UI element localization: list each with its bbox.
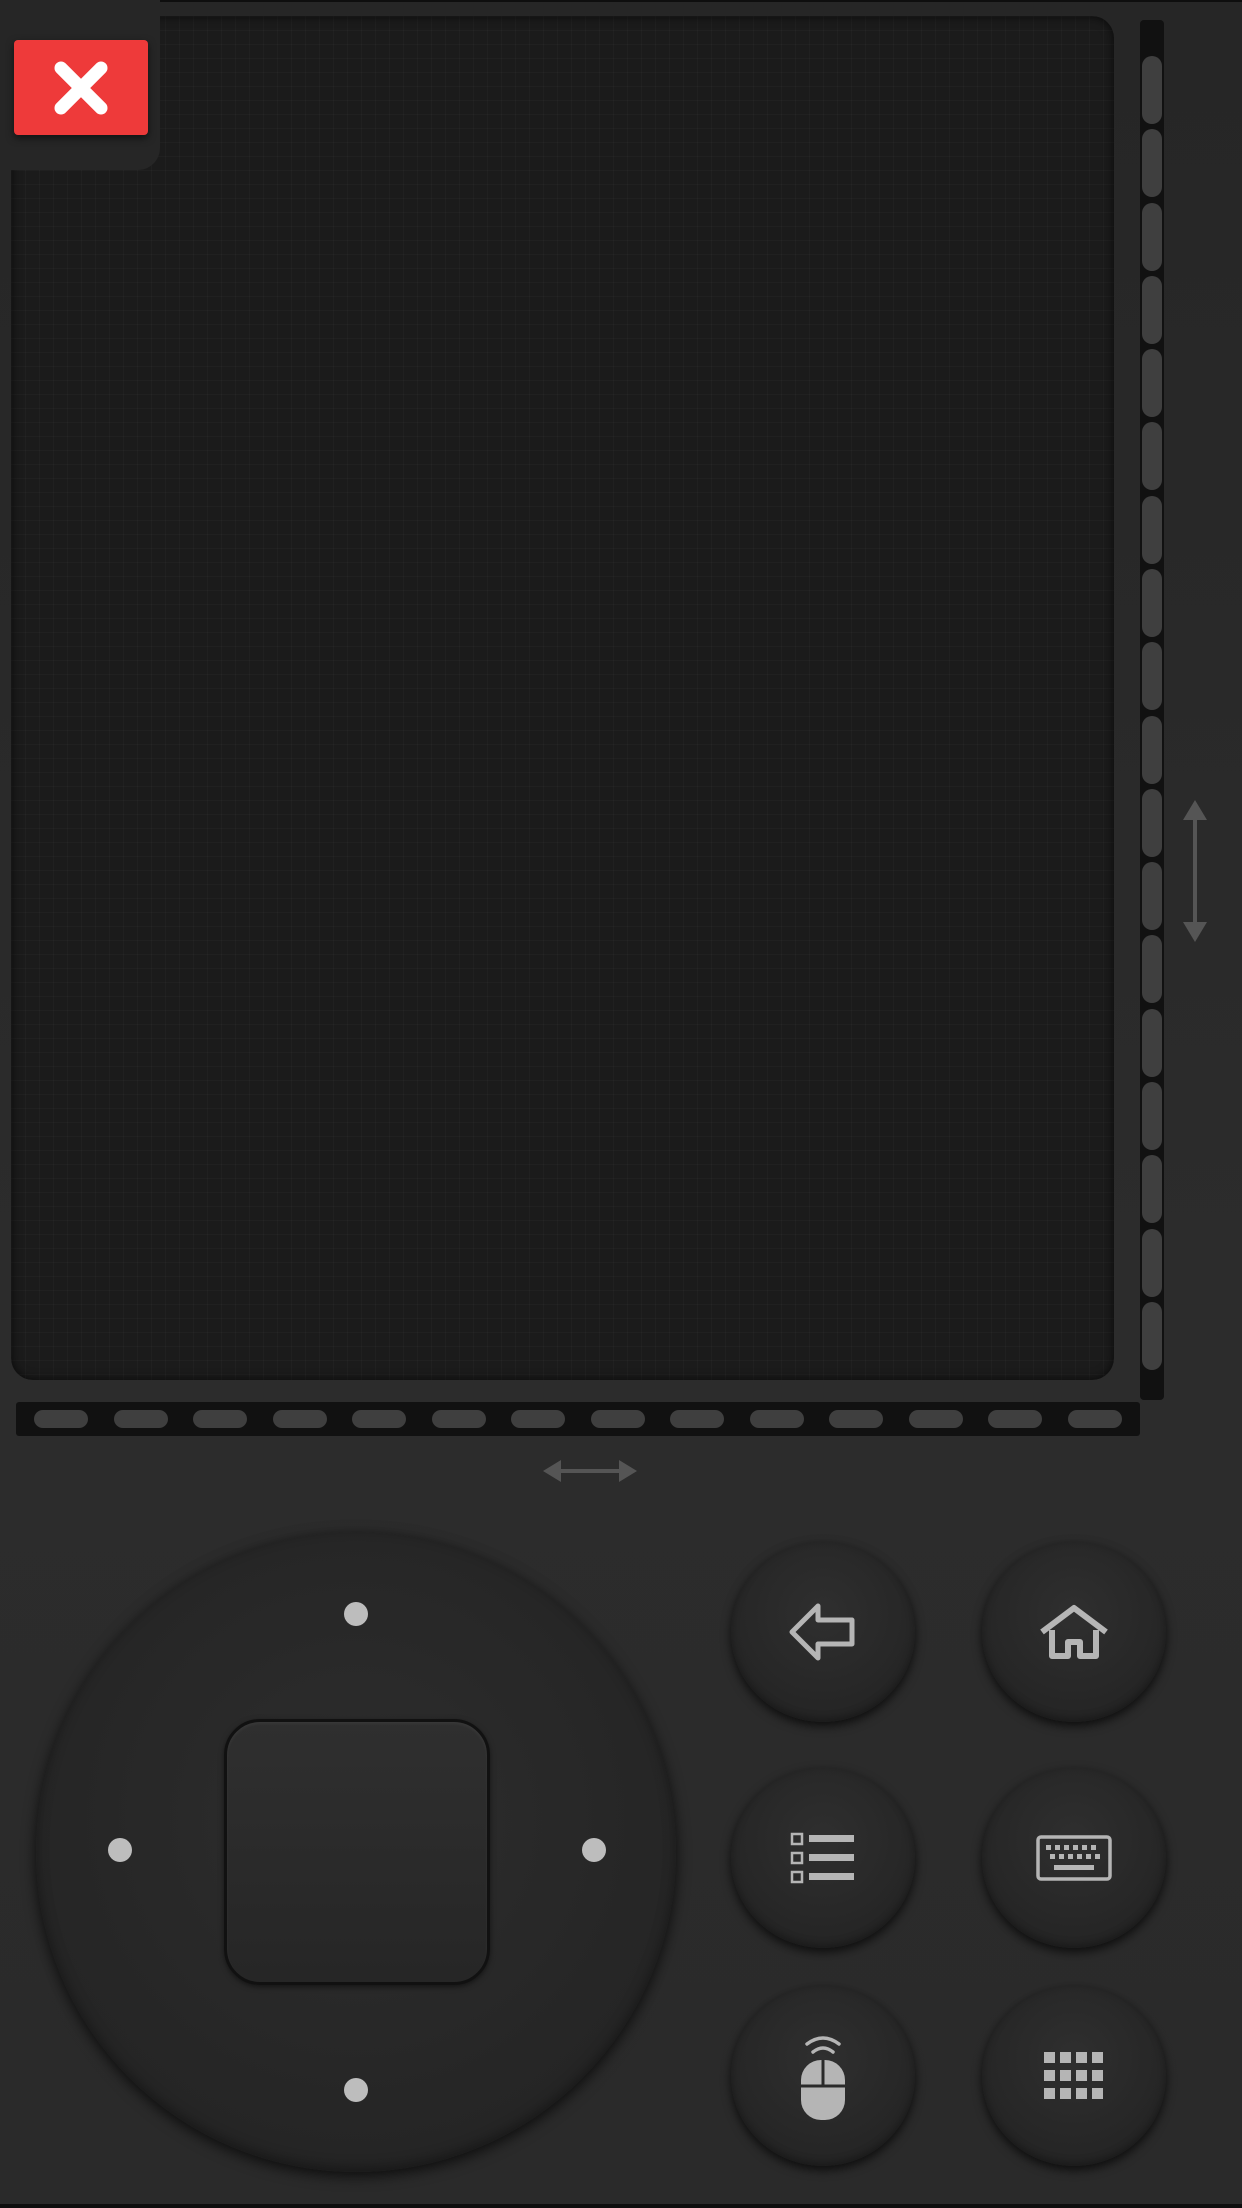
horizontal-scroll-arrow-icon (543, 1460, 637, 1482)
dpad-down-button[interactable] (344, 2078, 368, 2102)
scroll-segment (1142, 1301, 1162, 1370)
scroll-segment (1142, 202, 1162, 271)
scroll-segment (749, 1410, 804, 1428)
back-button[interactable] (731, 1542, 915, 1722)
scroll-segment (1142, 788, 1162, 857)
back-arrow-icon (789, 1603, 855, 1661)
list-menu-icon (790, 1832, 854, 1884)
home-icon (1040, 1605, 1108, 1659)
dpad-ok-button[interactable] (224, 1719, 490, 1985)
scroll-segment (670, 1410, 725, 1428)
menu-button[interactable] (731, 1768, 915, 1948)
scroll-segment (34, 1410, 88, 1428)
vertical-scroll-strip[interactable] (1140, 20, 1164, 1400)
air-mouse-icon (801, 2036, 845, 2120)
close-button[interactable] (14, 40, 148, 135)
scroll-segment (988, 1410, 1043, 1428)
keyboard-icon (1036, 1835, 1112, 1881)
dpad-right-button[interactable] (582, 1838, 606, 1862)
scroll-segment (1142, 715, 1162, 784)
scroll-segment (1142, 642, 1162, 711)
top-divider (0, 0, 1242, 2)
scroll-segment (829, 1410, 884, 1428)
close-icon (54, 61, 108, 114)
scroll-segment (1142, 935, 1162, 1004)
scroll-segment (1142, 1008, 1162, 1077)
remote-control-screen (0, 0, 1242, 2208)
scroll-segment (1142, 422, 1162, 491)
app-grid-icon (1044, 2052, 1103, 2099)
scroll-segment (1142, 495, 1162, 564)
scroll-segment (590, 1410, 645, 1428)
dpad-up-button[interactable] (344, 1602, 368, 1626)
touchpad-area[interactable] (11, 16, 1114, 1380)
scroll-segment (193, 1410, 248, 1428)
mouse-button[interactable] (731, 1986, 915, 2166)
apps-button[interactable] (982, 1986, 1166, 2166)
scroll-segment (1142, 1228, 1162, 1297)
scroll-segment (431, 1410, 486, 1428)
scroll-segment (1142, 1155, 1162, 1224)
scroll-segment (511, 1410, 566, 1428)
scroll-segment (1142, 129, 1162, 198)
scroll-segment (1142, 568, 1162, 637)
scroll-segment (908, 1410, 963, 1428)
horizontal-scroll-strip[interactable] (16, 1402, 1140, 1436)
vertical-scroll-arrow-icon (1183, 800, 1207, 942)
keyboard-button[interactable] (982, 1768, 1166, 1948)
scroll-segment (1142, 349, 1162, 418)
dpad-left-button[interactable] (108, 1838, 132, 1862)
scroll-segment (1142, 275, 1162, 344)
scroll-segment (1142, 1081, 1162, 1150)
scroll-segment (1067, 1410, 1122, 1428)
direction-pad (36, 1532, 676, 2172)
scroll-segment (113, 1410, 168, 1428)
scroll-segment (272, 1410, 327, 1428)
scroll-segment (1142, 862, 1162, 931)
home-button[interactable] (982, 1542, 1166, 1722)
scroll-segment (1142, 56, 1162, 124)
scroll-segment (352, 1410, 407, 1428)
bottom-divider (0, 2204, 1242, 2208)
